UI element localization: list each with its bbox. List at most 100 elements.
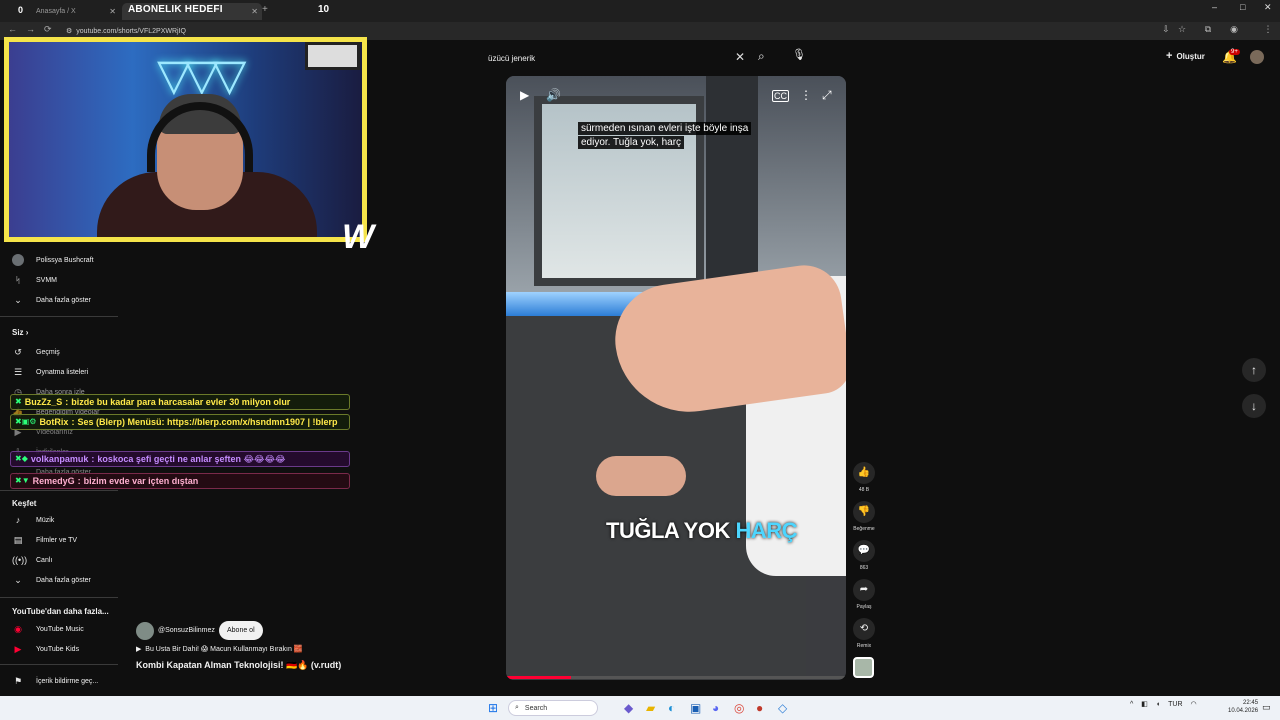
install-icon[interactable]: ⇩ <box>1160 24 1172 36</box>
sidebar-item-report[interactable]: ⚑ İçerik bildirme geç... <box>12 671 98 691</box>
sidebar-item-films[interactable]: ▤ Filmler ve TV <box>12 530 77 550</box>
sidebar-item-label: İçerik bildirme geç... <box>36 677 99 685</box>
network-icon[interactable]: ◧ <box>1141 700 1148 708</box>
sidebar-item-svmm[interactable]: ᛋ SVMM <box>12 270 57 290</box>
sidebar-you-heading[interactable]: Siz › <box>12 328 28 337</box>
stream-logo-icon: W <box>342 218 375 256</box>
chat-text: bizim evde var içten dıştan <box>83 476 199 486</box>
maximize-button[interactable]: □ <box>1240 2 1245 12</box>
play-icon[interactable]: ▶ <box>520 88 529 102</box>
sidebar-item-playlists[interactable]: ☰ Oynatma listeleri <box>12 362 88 382</box>
like-button[interactable]: 👍 48 B <box>850 462 878 493</box>
volume-icon[interactable]: 🔊 <box>546 88 561 102</box>
microphone-icon[interactable]: 🎙 <box>791 48 807 66</box>
suggested-video-title: Bu Usta Bir Dahi! 😱 Macun Kullanmayı Bır… <box>145 646 303 653</box>
site-info-icon[interactable]: ⚙ <box>66 27 72 35</box>
avatar-icon <box>12 254 24 266</box>
share-icon: ➦ <box>853 579 875 601</box>
new-tab-button[interactable]: + <box>262 4 268 15</box>
search-input[interactable]: üzücü jenerik <box>482 48 752 68</box>
captions-icon[interactable]: CC <box>772 90 789 102</box>
taskbar-search[interactable]: ⌕ Search <box>508 700 598 716</box>
subscribe-button[interactable]: Abone ol <box>219 621 263 640</box>
sidebar-item-history[interactable]: ↺ Geçmiş <box>12 342 60 362</box>
account-avatar[interactable] <box>1250 50 1264 64</box>
chrome-icon[interactable]: ◎ <box>734 701 744 715</box>
sidebar-item-yt-kids[interactable]: ▶ YouTube Kids <box>12 639 80 659</box>
sidebar-item-yt-music[interactable]: ◉ YouTube Music <box>12 619 84 639</box>
suggested-video-link[interactable]: ▶ Bu Usta Bir Dahi! 😱 Macun Kullanmayı B… <box>136 645 303 653</box>
search-icon: ⌕ <box>515 704 519 711</box>
playlist-icon: ☰ <box>13 366 23 377</box>
minimize-button[interactable]: – <box>1212 2 1217 12</box>
language-indicator[interactable]: TUR <box>1168 701 1182 708</box>
share-button[interactable]: ➦ Paylaş <box>850 579 878 610</box>
store-icon[interactable]: ▣ <box>690 701 701 715</box>
sidebar-item-label: Daha fazla göster <box>36 296 91 304</box>
chat-text: Ses (Blerp) Menüsü: https://blerp.com/x/… <box>77 417 338 427</box>
system-tray: ^ ◧ ◖ TUR ◠ <box>1130 700 1197 709</box>
sidebar-item-live[interactable]: ((•)) Canlı <box>12 550 52 570</box>
edge-icon[interactable]: ◐ <box>668 701 675 715</box>
sidebar-item-polissya[interactable]: Polissya Bushcraft <box>12 250 94 270</box>
app-icon[interactable]: ◆ <box>624 701 633 715</box>
forward-icon[interactable]: → <box>26 24 35 34</box>
sidebar-item-label: Daha fazla göster <box>36 576 91 584</box>
back-icon[interactable]: ← <box>8 24 17 34</box>
sidebar-show-more-subs[interactable]: ⌄ Daha fazla göster <box>12 290 91 310</box>
wifi-icon[interactable]: ◠ <box>1191 700 1197 708</box>
url-field[interactable]: ⚙ youtube.com/shorts/VFL2PXWRjIQ <box>66 24 186 38</box>
taskbar-clock[interactable]: 22:45 10.04.2026 <box>1228 699 1258 715</box>
clock-date: 10.04.2026 <box>1228 708 1259 714</box>
extensions-icon[interactable]: ⧉ <box>1202 24 1214 36</box>
profile-icon[interactable]: ◉ <box>1228 24 1240 36</box>
video-scene-beam <box>706 76 758 296</box>
search-icon[interactable]: ⌕ <box>758 49 765 64</box>
close-tab-icon[interactable]: ✕ <box>251 7 258 16</box>
obs-icon[interactable]: ● <box>756 701 763 715</box>
sound-thumbnail[interactable] <box>853 657 874 678</box>
close-tab-icon[interactable]: ✕ <box>109 7 116 16</box>
file-explorer-icon[interactable]: ▰ <box>646 701 655 715</box>
sidebar-item-music[interactable]: ♪ Müzik <box>12 510 55 530</box>
discord-icon[interactable]: ◕ <box>712 701 719 715</box>
comment-count: 863 <box>859 565 869 571</box>
video-progress-bar[interactable] <box>506 676 846 679</box>
sidebar-show-more-explore[interactable]: ⌄ Daha fazla göster <box>12 570 91 590</box>
comments-button[interactable]: 💬 863 <box>850 540 878 571</box>
next-short-button[interactable]: ↓ <box>1242 394 1266 418</box>
remix-button[interactable]: ⟲ Remix <box>850 618 878 649</box>
caption-line: ediyor. Tuğla yok, harç <box>578 136 685 149</box>
short-video-player[interactable]: ▶ 🔊 CC ⋮ ⤢ sürmeden ısınan evleri işte b… <box>506 76 846 680</box>
reload-icon[interactable]: ⟳ <box>44 24 52 35</box>
sidebar-divider <box>0 597 118 598</box>
clear-search-icon[interactable]: ✕ <box>735 50 745 64</box>
chevron-down-icon: ⌄ <box>14 574 22 585</box>
close-window-button[interactable]: ✕ <box>1264 2 1272 13</box>
previous-short-button[interactable]: ↑ <box>1242 358 1266 382</box>
channel-name[interactable]: @SonsuzBilinmez <box>158 627 215 634</box>
dislike-button[interactable]: 👎 Beğenme <box>850 501 878 532</box>
sidebar-item-label: SVMM <box>36 276 57 284</box>
more-options-icon[interactable]: ⋮ <box>800 88 812 102</box>
sidebar-item-label: Filmler ve TV <box>36 536 78 544</box>
flag-icon: ⚑ <box>13 675 23 686</box>
like-count: 48 B <box>858 487 870 493</box>
chat-username: RemedyG <box>32 476 75 486</box>
create-button[interactable]: + Oluştur <box>1166 50 1205 62</box>
play-icon: ▶ <box>136 646 142 653</box>
short-title: Kombi Kapatan Alman Teknolojisi! 🇩🇪🔥 (v.… <box>136 660 342 670</box>
notification-center-icon[interactable]: ▭ <box>1262 702 1271 713</box>
sidebar-item-label: YouTube Kids <box>36 645 80 653</box>
wall-frame <box>305 42 360 70</box>
bookmark-star-icon[interactable]: ☆ <box>1176 24 1188 36</box>
volume-icon[interactable]: ◖ <box>1156 701 1160 708</box>
menu-icon[interactable]: ⋮ <box>1262 24 1274 36</box>
history-icon: ↺ <box>14 346 22 357</box>
channel-avatar[interactable] <box>136 622 154 640</box>
vscode-icon[interactable]: ◇ <box>778 701 787 715</box>
fullscreen-icon[interactable]: ⤢ <box>822 88 832 103</box>
start-icon[interactable]: ⊞ <box>488 701 498 715</box>
chevron-up-icon[interactable]: ^ <box>1130 701 1133 708</box>
tab-x[interactable]: Anasayfa / X ✕ <box>30 3 120 20</box>
